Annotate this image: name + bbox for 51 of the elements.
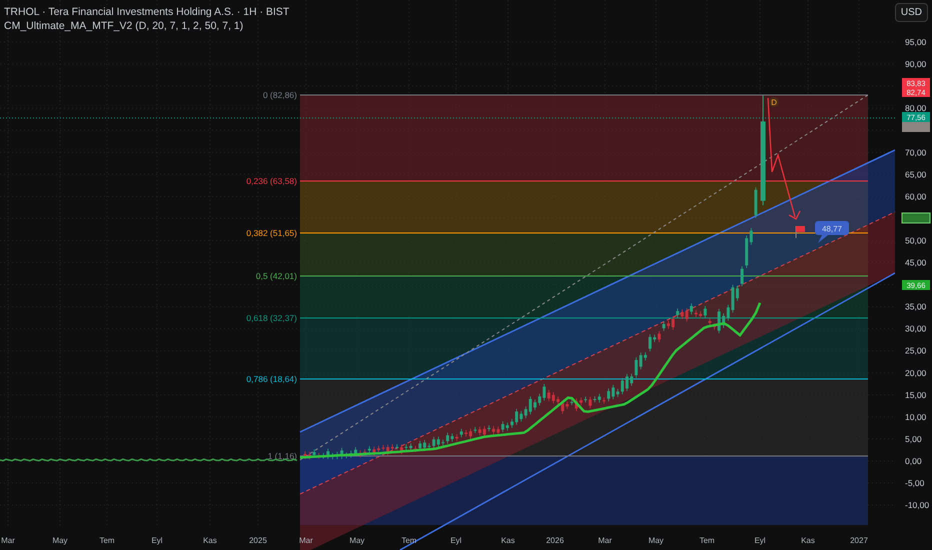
price-axis-label: 65,00 — [905, 169, 926, 180]
price-axis-label: 80,00 — [905, 103, 926, 114]
price-axis-label: 70,00 — [905, 147, 926, 158]
price-axis-label: 95,00 — [905, 37, 926, 47]
time-axis-label: Eyl — [151, 536, 163, 545]
time-axis-label: Tem — [99, 536, 115, 545]
time-axis-label: 2027 — [850, 536, 868, 545]
price-axis-label: 0,00 — [905, 456, 922, 466]
price-axis-label: 25,00 — [905, 346, 926, 356]
price-axis-label: 5,00 — [905, 434, 922, 444]
time-axis-label: Eyl — [754, 536, 766, 545]
time-axis-label: Mar — [598, 536, 612, 545]
price-tag — [902, 122, 930, 132]
time-axis-label: Kas — [501, 536, 515, 545]
price-axis-label: 20,00 — [905, 368, 926, 378]
price-axis-label: 90,00 — [905, 59, 926, 70]
flag-icon — [796, 226, 805, 238]
fib-level-label: 0,5 (42,01) — [256, 271, 297, 281]
price-tag — [902, 212, 930, 224]
fib-level-label: 0,618 (32,37) — [246, 313, 297, 323]
price-axis-label: 10,00 — [905, 412, 926, 422]
fib-level-label: 0,382 (51,65) — [246, 228, 297, 238]
price-axis-label: -5,00 — [905, 478, 924, 488]
time-axis-label: Eyl — [450, 536, 462, 545]
price-axis-label: 15,00 — [905, 390, 926, 400]
fib-level-label: 0,236 (63,58) — [246, 176, 297, 186]
currency-button[interactable]: USD — [894, 3, 928, 22]
time-axis-label: 2026 — [546, 536, 564, 545]
time-axis-label: 2025 — [249, 536, 267, 545]
callout-bubble — [815, 221, 849, 243]
time-axis-label: May — [349, 536, 365, 545]
symbol-title: TRHOL · Tera Financial Investments Holding A.S. · 1H · BIST — [4, 5, 290, 19]
price-axis-label: 50,00 — [905, 235, 926, 246]
time-axis-label: Tem — [699, 536, 715, 545]
time-axis-label: Kas — [203, 536, 217, 545]
price-axis-label: 35,00 — [905, 302, 926, 312]
time-axis-label: Mar — [299, 536, 313, 545]
price-axis-label: 45,00 — [905, 258, 926, 268]
fib-level-label: 0,786 (18,64) — [246, 374, 297, 384]
price-axis-label: -10,00 — [905, 500, 930, 510]
indicator-title: CM_Ultimate_MA_MTF_V2 (D, 20, 7, 1, 2, 50, 7, 1) — [4, 19, 244, 33]
time-axis-label: Tem — [401, 536, 417, 545]
time-axis-label: May — [52, 536, 68, 545]
fib-level-label: 0 (82,86) — [262, 90, 297, 100]
price-axis-label: 30,00 — [905, 324, 926, 334]
time-axis-label: May — [648, 536, 664, 545]
callout-text: 48,77 — [822, 224, 842, 234]
time-axis-label: Mar — [1, 536, 15, 545]
marker-letter: D — [771, 98, 777, 107]
time-axis-label: Kas — [801, 536, 815, 545]
price-axis-label: 60,00 — [905, 191, 926, 202]
